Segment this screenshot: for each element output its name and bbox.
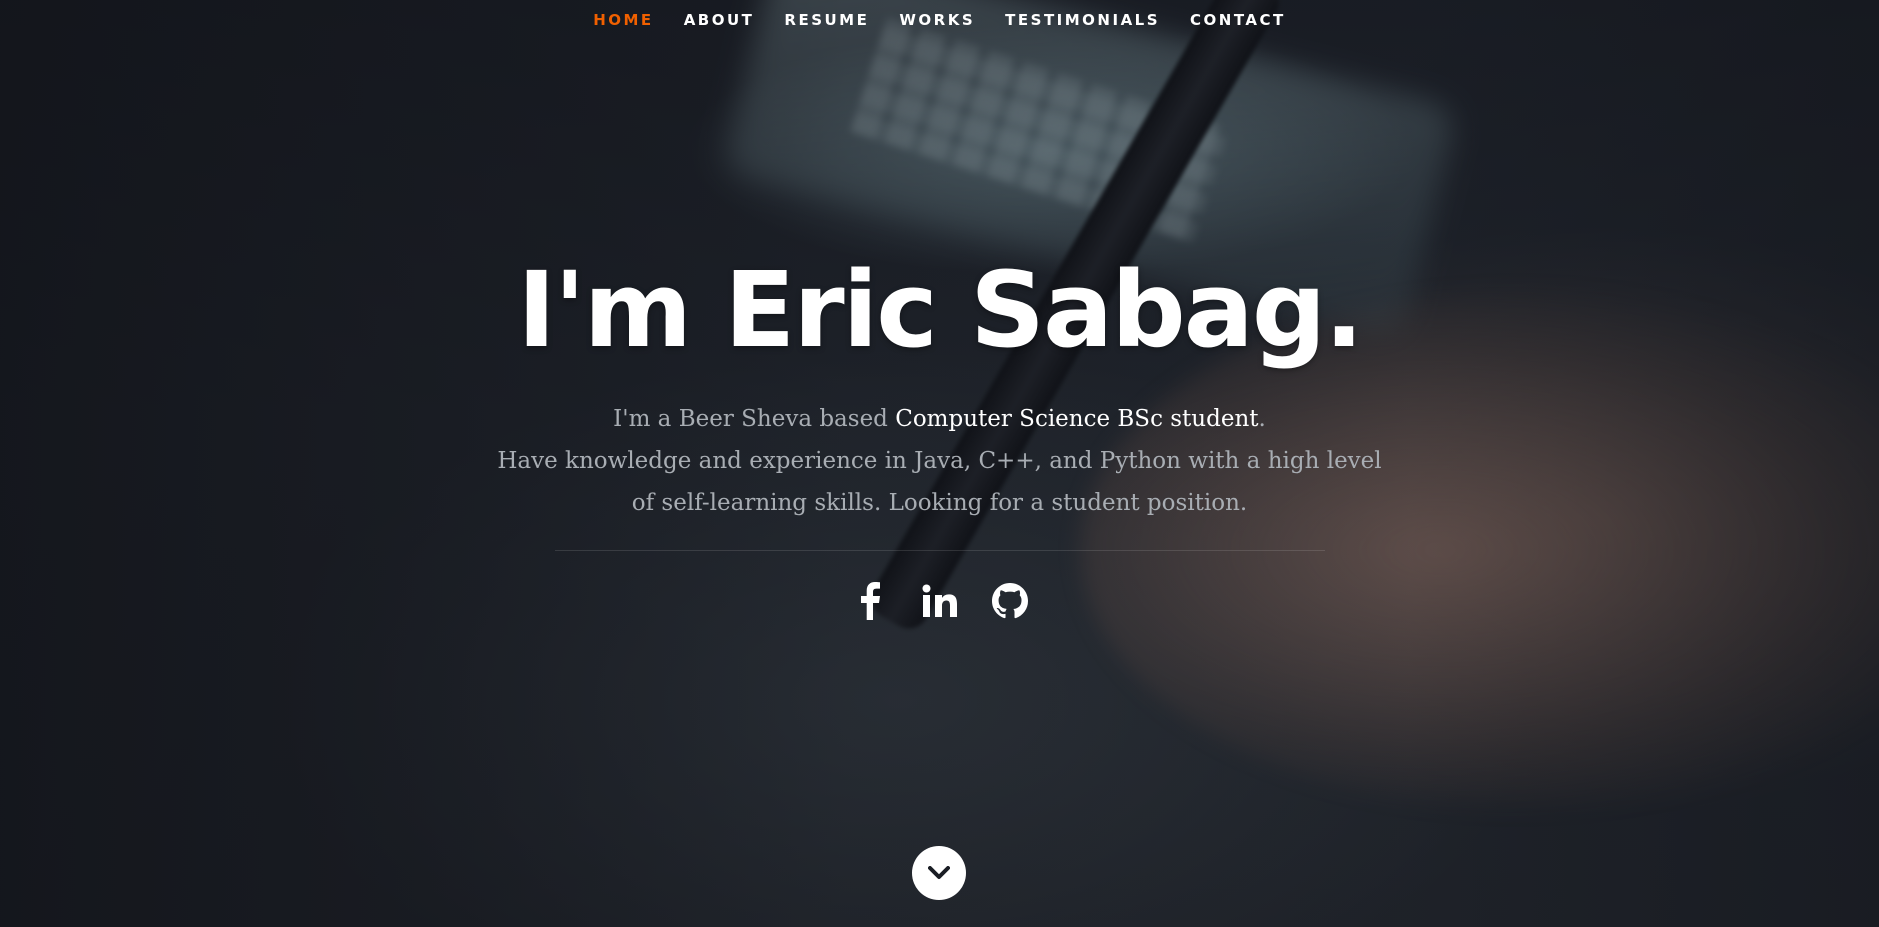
- github-link[interactable]: [990, 581, 1030, 621]
- banner-intro: I'm a Beer Sheva based Computer Science …: [490, 398, 1390, 524]
- scroll-down-button[interactable]: [912, 846, 966, 900]
- nav-item-testimonials[interactable]: TESTIMONIALS: [990, 0, 1175, 40]
- banner: I'm Eric Sabag. I'm a Beer Sheva based C…: [0, 240, 1879, 621]
- linkedin-link[interactable]: [920, 581, 960, 621]
- nav-item-works[interactable]: WORKS: [884, 0, 990, 40]
- nav-item-resume[interactable]: RESUME: [769, 0, 884, 40]
- social-links: [0, 581, 1879, 621]
- linkedin-icon: [922, 584, 957, 617]
- nav-item-contact[interactable]: CONTACT: [1175, 0, 1301, 40]
- nav-item-home[interactable]: HOME: [578, 0, 668, 40]
- github-icon: [991, 583, 1028, 619]
- intro-period: .: [1258, 406, 1266, 432]
- intro-prefix: I'm a Beer Sheva based: [613, 406, 896, 432]
- intro-highlight: Computer Science BSc student: [895, 406, 1259, 432]
- main-nav: HOME ABOUT RESUME WORKS TESTIMONIALS CON…: [0, 0, 1879, 40]
- chevron-down-icon: [928, 866, 950, 879]
- hero-section: HOME ABOUT RESUME WORKS TESTIMONIALS CON…: [0, 0, 1879, 927]
- facebook-icon: [860, 582, 880, 620]
- banner-divider: [554, 550, 1325, 551]
- intro-line-2: Have knowledge and experience in Java, C…: [497, 448, 1382, 516]
- nav-item-about[interactable]: ABOUT: [669, 0, 770, 40]
- banner-heading: I'm Eric Sabag.: [517, 249, 1364, 371]
- facebook-link[interactable]: [850, 581, 890, 621]
